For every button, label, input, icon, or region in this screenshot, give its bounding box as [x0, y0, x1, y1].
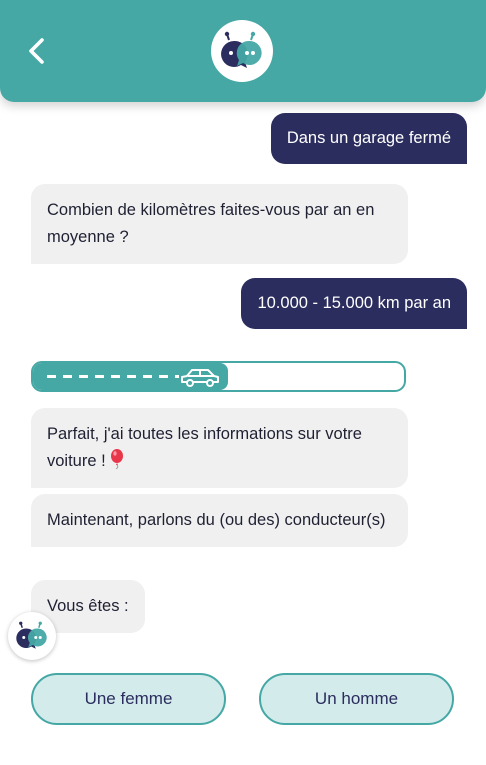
- chatbot-logo-icon: [16, 621, 47, 649]
- bot-avatar: [8, 612, 56, 660]
- bot-message-text: Parfait, j'ai toutes les informations su…: [47, 425, 362, 470]
- chatbot-logo: [211, 20, 273, 82]
- chatbot-logo-icon: [221, 31, 262, 68]
- balloon-icon: [111, 449, 124, 470]
- user-message: 10.000 - 15.000 km par an: [241, 278, 467, 329]
- bot-message: Combien de kilomètres faites-vous par an…: [31, 184, 408, 264]
- back-button[interactable]: [24, 34, 52, 68]
- user-message: Dans un garage fermé: [270, 113, 467, 164]
- bot-message: Parfait, j'ai toutes les informations su…: [31, 408, 408, 488]
- choice-female-button[interactable]: Une femme: [31, 673, 226, 725]
- chevron-left-icon[interactable]: [24, 34, 52, 68]
- choice-male-button[interactable]: Un homme: [259, 673, 454, 725]
- progress-track-dashes: [47, 375, 179, 378]
- car-icon: [181, 369, 219, 387]
- progress-bar: [31, 361, 406, 392]
- bot-message: Maintenant, parlons du (ou des) conducte…: [31, 494, 408, 547]
- app-header: [0, 0, 486, 102]
